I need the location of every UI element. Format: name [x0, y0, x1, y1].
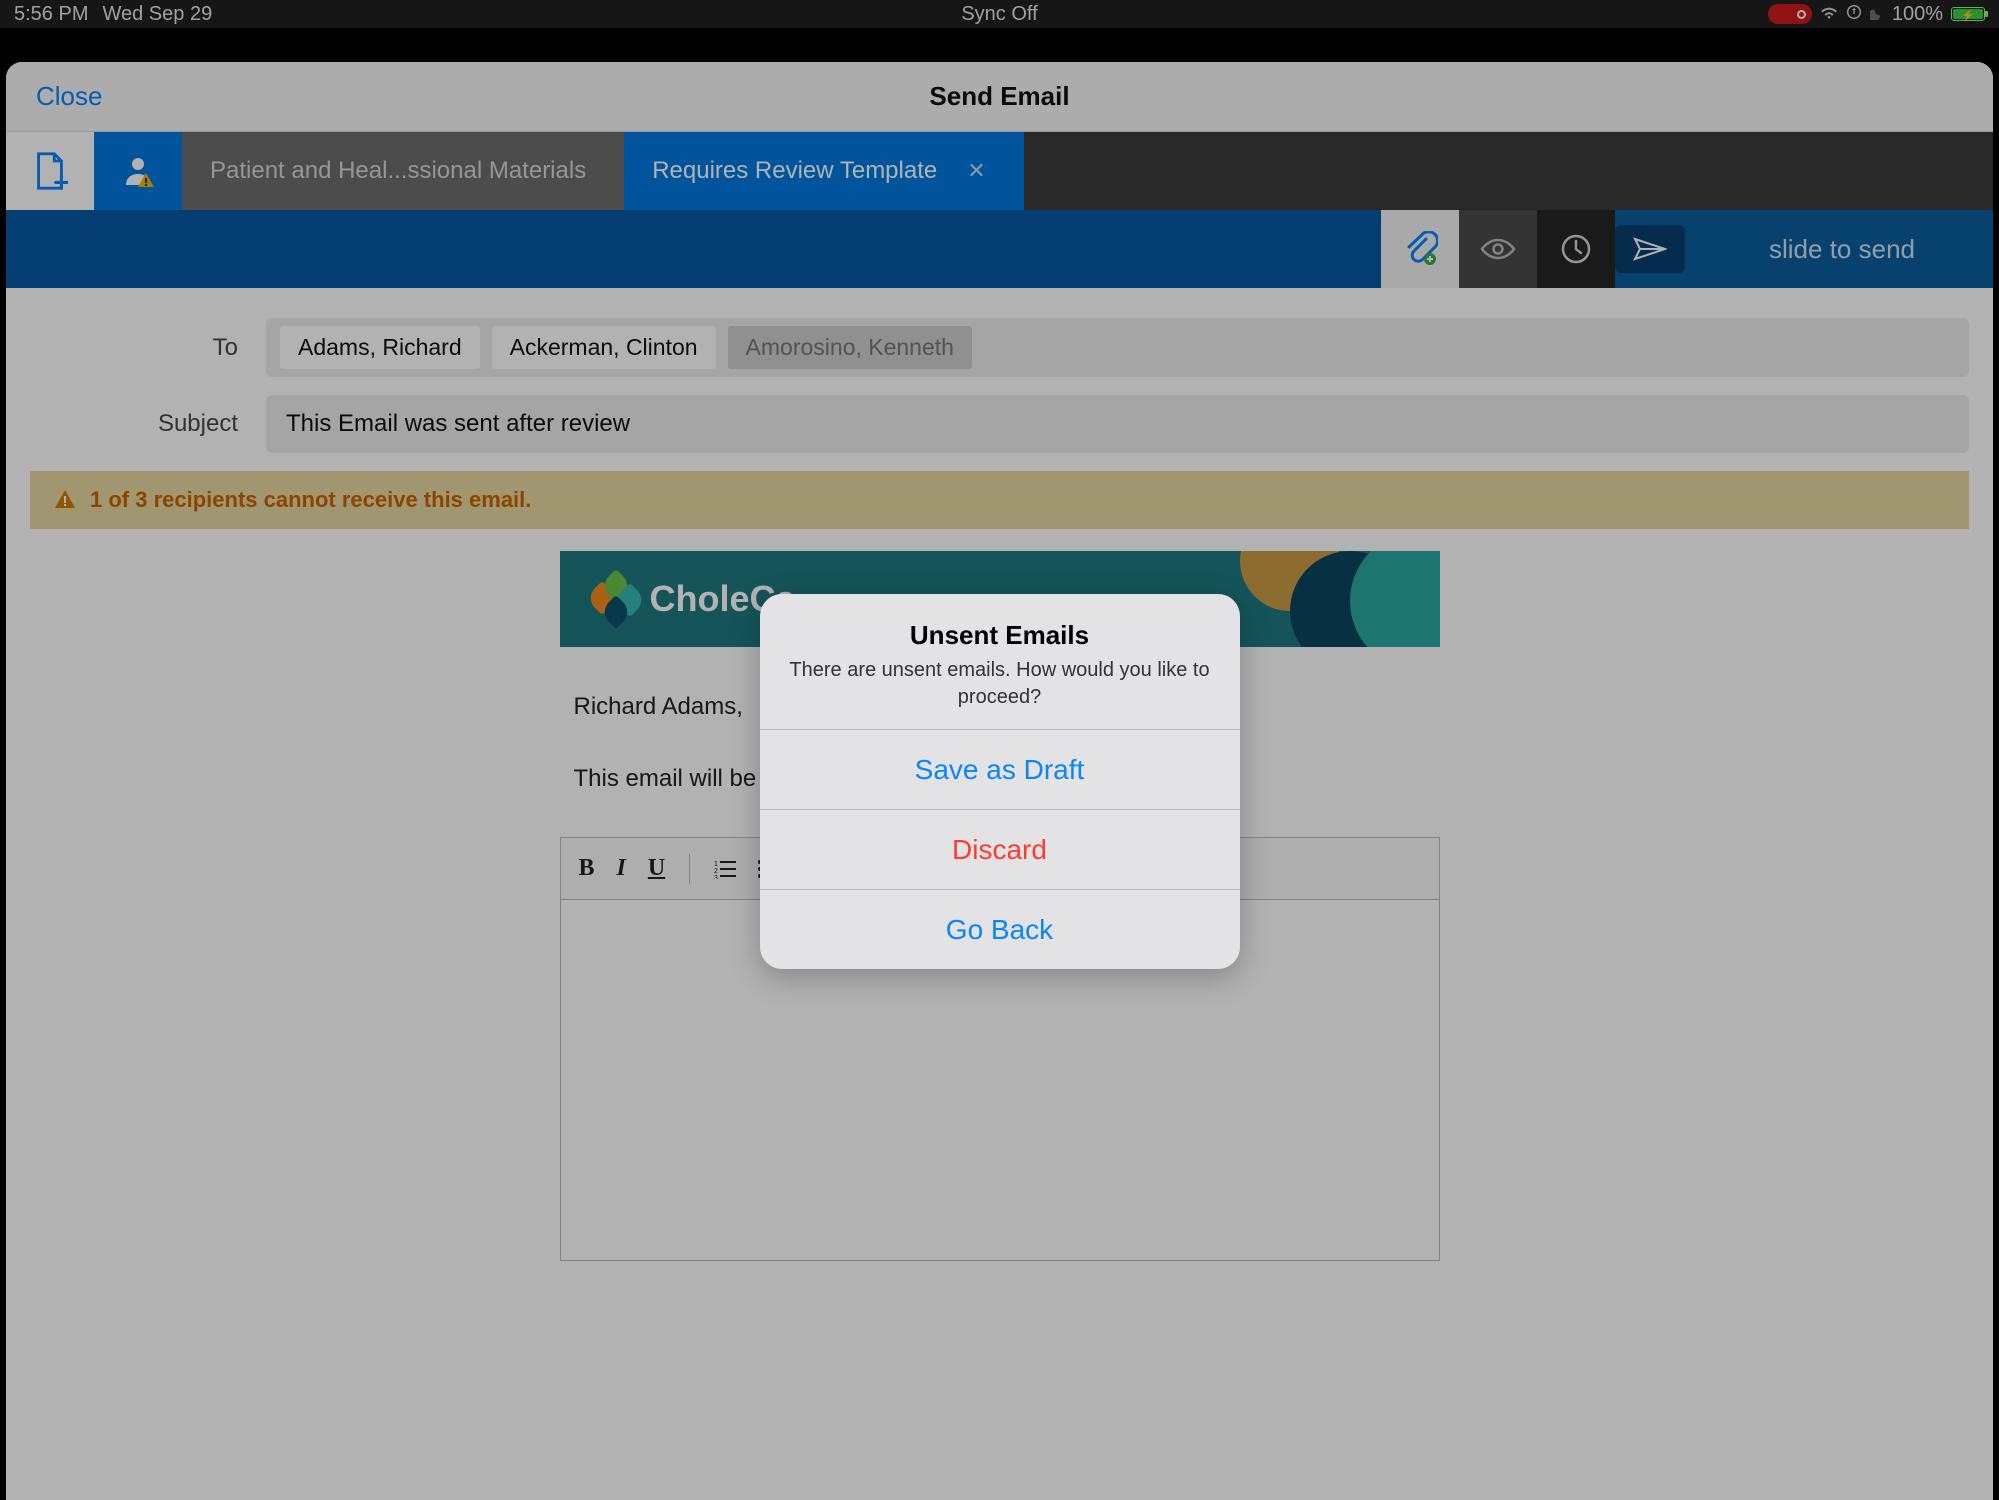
battery-icon: ⚡ [1951, 7, 1985, 21]
recipient-warning-button[interactable] [94, 132, 182, 210]
preview-button[interactable] [1459, 210, 1537, 288]
do-not-disturb-icon [1870, 3, 1884, 26]
nav-bar: Close Send Email [6, 62, 1993, 132]
subject-label: Subject [6, 410, 266, 438]
attach-button[interactable] [1381, 210, 1459, 288]
tab-label: Requires Review Template [652, 157, 937, 185]
battery-percent: 100% [1892, 3, 1943, 26]
to-field[interactable]: Adams, Richard Ackerman, Clinton Amorosi… [266, 318, 1969, 377]
recipient-warning-banner: 1 of 3 recipients cannot receive this em… [30, 471, 1969, 529]
status-time: 5:56 PM [14, 3, 88, 26]
recording-indicator-icon [1768, 4, 1812, 24]
status-sync: Sync Off [961, 3, 1037, 26]
bold-button[interactable]: B [579, 855, 595, 882]
close-button[interactable]: Close [6, 81, 132, 112]
recipient-chip[interactable]: Adams, Richard [280, 326, 480, 369]
tab-requires-review[interactable]: Requires Review Template ✕ [624, 132, 1023, 210]
unsent-emails-dialog: Unsent Emails There are unsent emails. H… [760, 594, 1240, 969]
tab-strip: Patient and Heal...ssional Materials Req… [6, 132, 1993, 210]
dialog-message: There are unsent emails. How would you l… [786, 657, 1214, 711]
go-back-button[interactable]: Go Back [760, 889, 1240, 969]
svg-text:3: 3 [714, 875, 718, 879]
subject-value: This Email was sent after review [280, 410, 630, 438]
close-icon[interactable]: ✕ [967, 158, 985, 184]
slide-label: slide to send [1709, 234, 1975, 265]
ordered-list-button[interactable]: 123 [714, 859, 736, 879]
dialog-title: Unsent Emails [786, 620, 1214, 651]
ipad-status-bar: 5:56 PM Wed Sep 29 Sync Off 100% ⚡ [0, 0, 1999, 28]
slide-to-send[interactable]: slide to send [1615, 210, 1993, 288]
action-bar: slide to send [6, 210, 1993, 288]
svg-text:1: 1 [714, 861, 718, 868]
status-date: Wed Sep 29 [102, 3, 212, 26]
recipient-chip-invalid[interactable]: Amorosino, Kenneth [728, 326, 972, 369]
save-as-draft-button[interactable]: Save as Draft [760, 729, 1240, 809]
brand-logo-icon [590, 574, 640, 624]
tab-label: Patient and Heal...ssional Materials [210, 157, 586, 185]
to-label: To [6, 334, 266, 362]
warning-icon [54, 489, 76, 511]
italic-button[interactable]: I [617, 855, 626, 882]
discard-button[interactable]: Discard [760, 809, 1240, 889]
svg-text:2: 2 [714, 868, 718, 875]
schedule-button[interactable] [1537, 210, 1615, 288]
new-document-button[interactable] [6, 132, 94, 210]
tab-patient-materials[interactable]: Patient and Heal...ssional Materials [182, 132, 624, 210]
page-title: Send Email [929, 81, 1069, 112]
rotation-lock-icon [1846, 3, 1862, 26]
recipient-chip[interactable]: Ackerman, Clinton [492, 326, 716, 369]
warning-text: 1 of 3 recipients cannot receive this em… [90, 487, 531, 513]
underline-button[interactable]: U [648, 855, 665, 882]
compose-fields: To Adams, Richard Ackerman, Clinton Amor… [6, 288, 1993, 453]
send-knob[interactable] [1615, 225, 1685, 273]
wifi-icon [1820, 3, 1838, 26]
subject-field[interactable]: This Email was sent after review [266, 395, 1969, 453]
